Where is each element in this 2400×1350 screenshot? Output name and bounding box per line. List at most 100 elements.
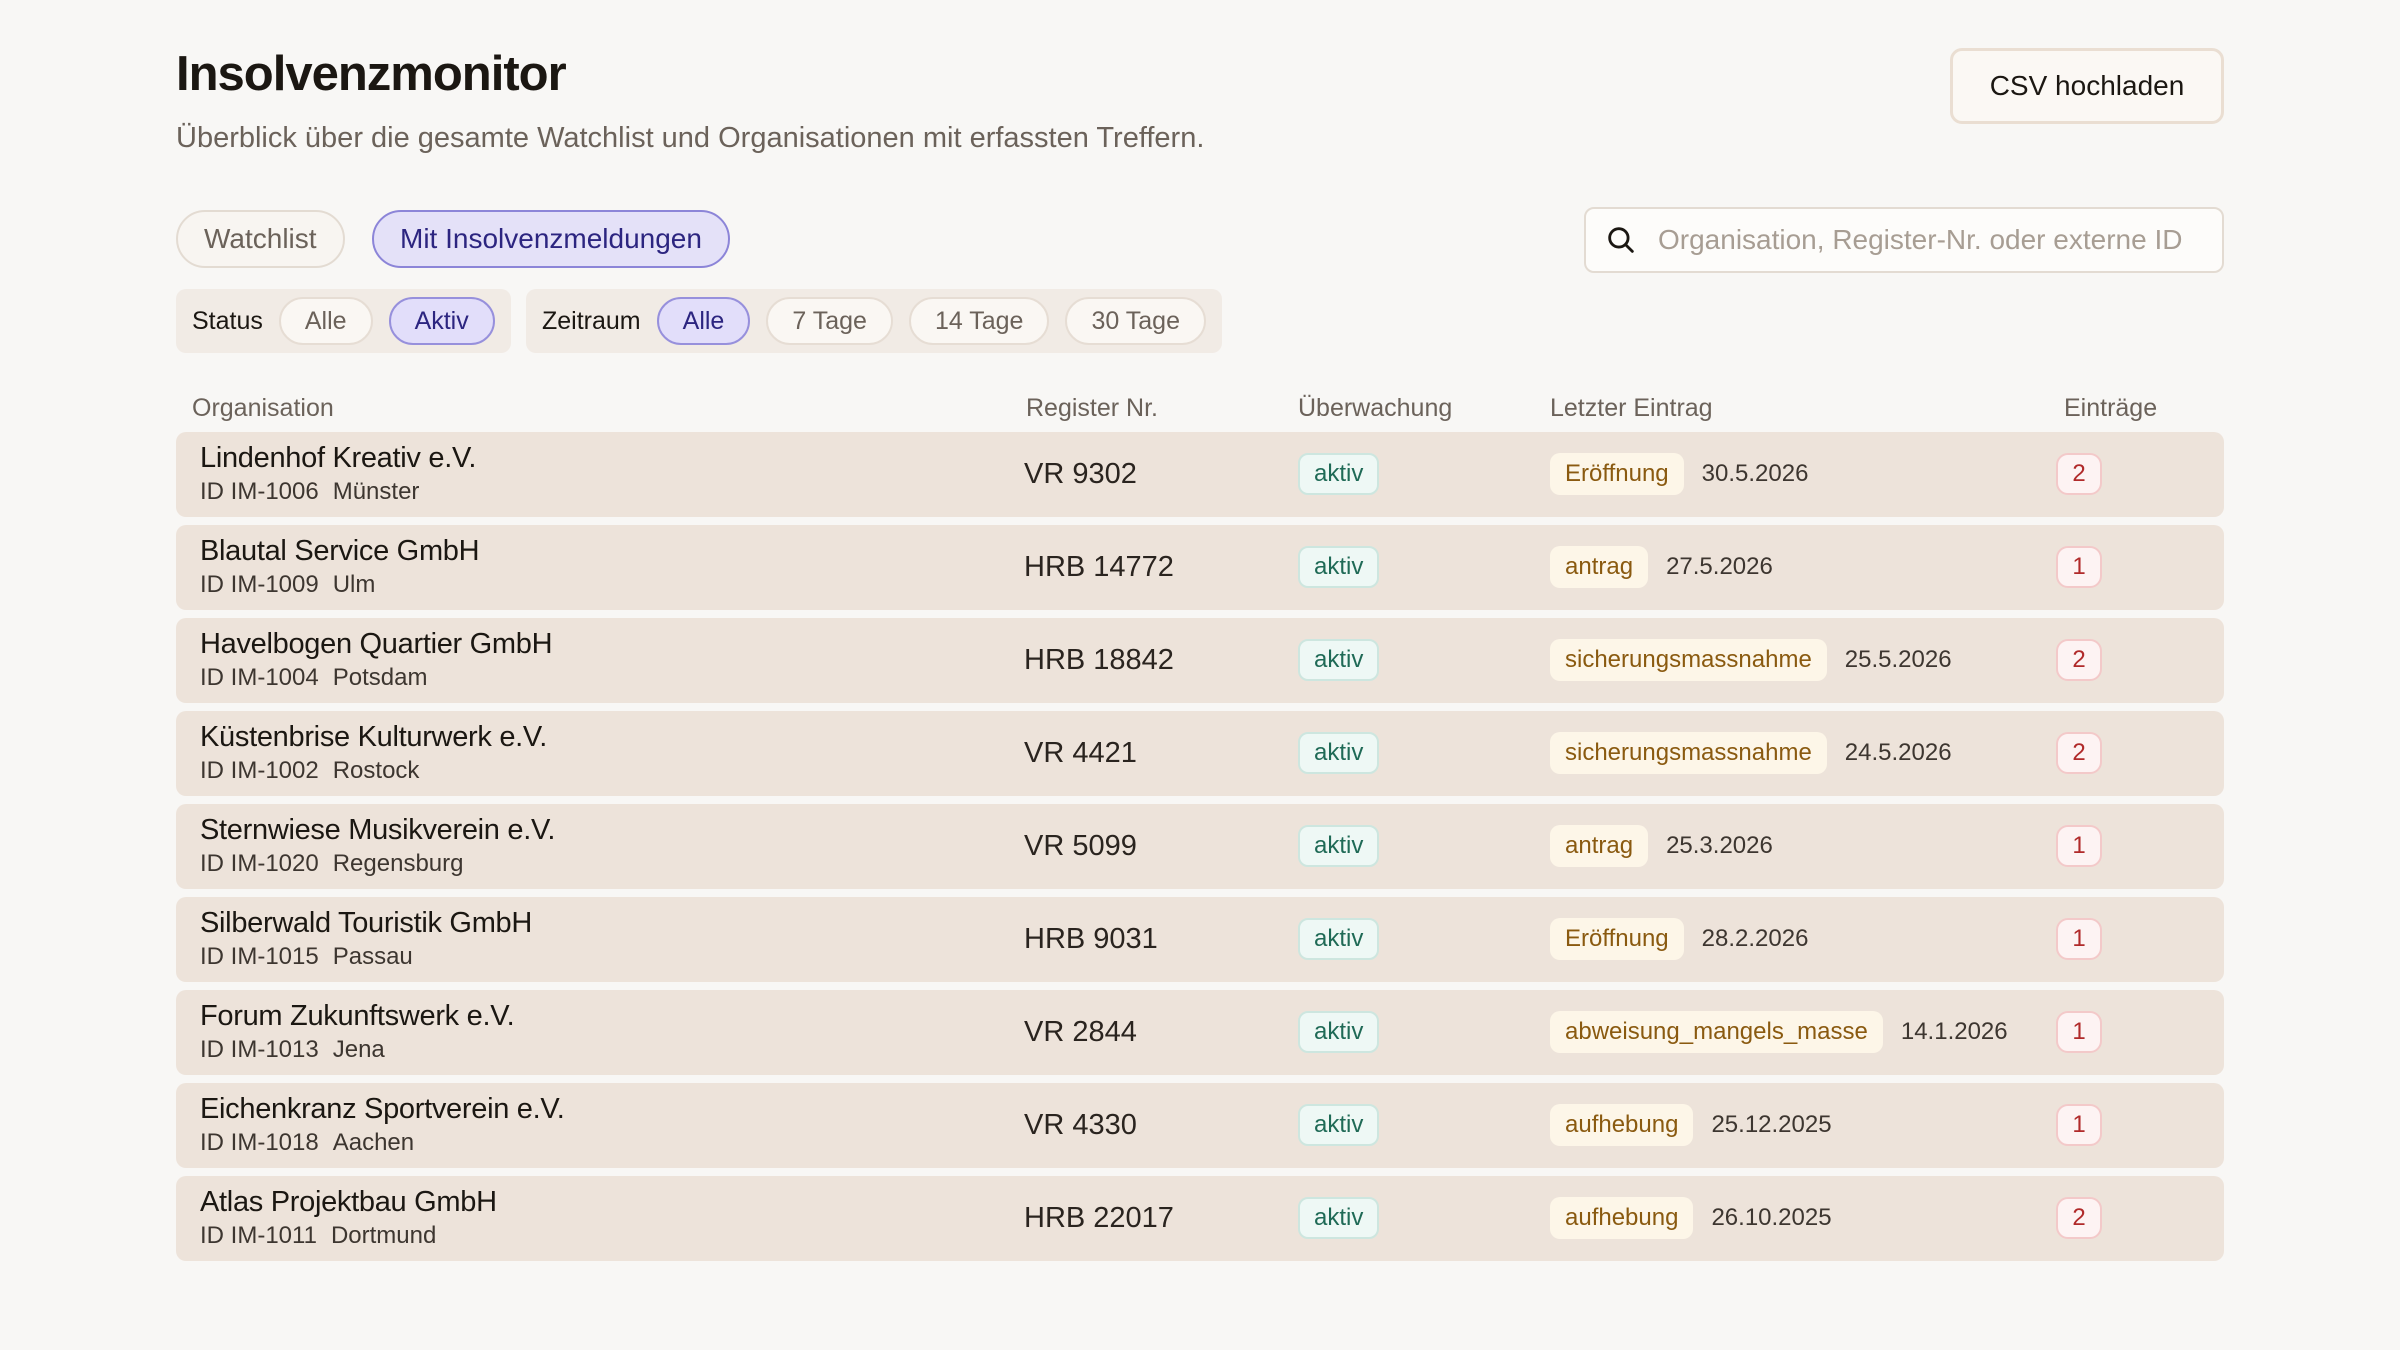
entry-type-tag: antrag [1550, 825, 1649, 867]
search-input[interactable] [1658, 224, 2198, 256]
monitoring-badge: aktiv [1298, 732, 1380, 774]
organisation-name: Sternwiese Musikverein e.V. [200, 814, 556, 846]
tab-insolvency-reports[interactable]: Mit Insolvenzmeldungen [372, 210, 730, 268]
table-row[interactable]: Silberwald Touristik GmbH ID IM-1015 Pass… [176, 897, 2224, 982]
organisation-meta: ID IM-1013 Jena [200, 1036, 385, 1064]
column-header-register[interactable]: Register Nr. [1026, 394, 1158, 423]
status-filter-label: Status [192, 306, 263, 335]
entry-type-tag: sicherungsmassnahme [1550, 732, 1827, 774]
last-entry: sicherungsmassnahme 25.5.2026 [1550, 639, 1952, 681]
status-chip-active[interactable]: Aktiv [388, 297, 495, 345]
organisation-id: ID IM-1002 [200, 757, 319, 784]
organisation-city: Potsdam [332, 664, 428, 691]
organisation-city: Passau [332, 943, 413, 970]
organisation-id: ID IM-1011 [200, 1222, 317, 1249]
period-chip-14-days[interactable]: 14 Tage [908, 297, 1050, 345]
monitoring-badge: aktiv [1298, 825, 1380, 867]
search-icon [1604, 223, 1638, 257]
organisation-city: Regensburg [332, 850, 464, 877]
entry-date: 25.3.2026 [1666, 832, 1773, 859]
entry-date: 27.5.2026 [1666, 553, 1773, 580]
register-number: VR 9302 [1024, 458, 1137, 490]
last-entry: aufhebung 26.10.2025 [1550, 1197, 1832, 1239]
period-filter: Zeitraum Alle 7 Tage 14 Tage 30 Tage [526, 289, 1222, 353]
organisation-meta: ID IM-1006 Münster [200, 478, 419, 506]
organisation-name: Eichenkranz Sportverein e.V. [200, 1093, 565, 1125]
table-row[interactable]: Lindenhof Kreativ e.V. ID IM-1006 Münster… [176, 432, 2224, 517]
organisation-name: Havelbogen Quartier GmbH [200, 628, 553, 660]
page-header: Insolvenzmonitor Überblick über die gesa… [176, 0, 2224, 190]
register-number: VR 5099 [1024, 830, 1137, 862]
monitoring-badge: aktiv [1298, 453, 1380, 495]
table-row[interactable]: Atlas Projektbau GmbH ID IM-1011 Dortmund… [176, 1176, 2224, 1261]
register-number: HRB 22017 [1024, 1202, 1174, 1234]
table-header: Organisation Register Nr. Überwachung Le… [176, 350, 2224, 432]
tab-watchlist[interactable]: Watchlist [176, 210, 345, 268]
insolvency-monitor-page: Insolvenzmonitor Überblick über die gesa… [176, 0, 2224, 1269]
entry-date: 28.2.2026 [1701, 925, 1809, 952]
organisation-name: Lindenhof Kreativ e.V. [200, 442, 477, 474]
entry-type-tag: Eröffnung [1550, 453, 1684, 495]
organisation-meta: ID IM-1004 Potsdam [200, 664, 427, 692]
period-chip-7-days[interactable]: 7 Tage [766, 297, 893, 345]
entry-type-tag: Eröffnung [1550, 918, 1684, 960]
page-subtitle: Überblick über die gesamte Watchlist und… [176, 122, 1205, 154]
entry-date: 14.1.2026 [1900, 1018, 2008, 1045]
status-chip-all[interactable]: Alle [278, 297, 373, 345]
organisation-city: Rostock [332, 757, 420, 784]
monitoring-badge: aktiv [1298, 918, 1380, 960]
table-row[interactable]: Havelbogen Quartier GmbH ID IM-1004 Potsd… [176, 618, 2224, 703]
last-entry: abweisung_mangels_masse 14.1.2026 [1550, 1011, 2008, 1053]
organisation-name: Atlas Projektbau GmbH [200, 1186, 497, 1218]
organisation-meta: ID IM-1015 Passau [200, 943, 413, 971]
monitoring-badge: aktiv [1298, 639, 1380, 681]
table-row[interactable]: Forum Zukunftswerk e.V. ID IM-1013 Jena V… [176, 990, 2224, 1075]
entry-date: 25.5.2026 [1844, 646, 1952, 673]
register-number: VR 4330 [1024, 1109, 1137, 1141]
organisation-city: Münster [332, 478, 420, 505]
status-filter: Status Alle Aktiv [176, 289, 511, 353]
organisation-name: Forum Zukunftswerk e.V. [200, 1000, 515, 1032]
column-header-last-entry[interactable]: Letzter Eintrag [1550, 394, 1713, 423]
column-header-organisation[interactable]: Organisation [192, 394, 334, 423]
entry-count-badge: 2 [2056, 639, 2102, 681]
entry-type-tag: aufhebung [1550, 1104, 1694, 1146]
monitoring-badge: aktiv [1298, 1104, 1380, 1146]
last-entry: Eröffnung 28.2.2026 [1550, 918, 1808, 960]
register-number: HRB 9031 [1024, 923, 1158, 955]
page-title: Insolvenzmonitor [176, 47, 567, 101]
organisation-name: Blautal Service GmbH [200, 535, 480, 567]
entry-count-badge: 1 [2056, 825, 2102, 867]
entry-count-badge: 1 [2056, 1104, 2102, 1146]
organisation-city: Jena [332, 1036, 385, 1063]
entry-type-tag: abweisung_mangels_masse [1550, 1011, 1883, 1053]
register-number: VR 4421 [1024, 737, 1137, 769]
table-row[interactable]: Blautal Service GmbH ID IM-1009 Ulm HRB 1… [176, 525, 2224, 610]
organisation-id: ID IM-1018 [200, 1129, 319, 1156]
table-row[interactable]: Sternwiese Musikverein e.V. ID IM-1020 Re… [176, 804, 2224, 889]
table-row[interactable]: Küstenbrise Kulturwerk e.V. ID IM-1002 Ro… [176, 711, 2224, 796]
organisation-meta: ID IM-1009 Ulm [200, 571, 375, 599]
last-entry: aufhebung 25.12.2025 [1550, 1104, 1832, 1146]
column-header-entries[interactable]: Einträge [2064, 394, 2157, 423]
filter-bar: Status Alle Aktiv Zeitraum Alle 7 Tage 1… [176, 270, 2224, 353]
register-number: HRB 14772 [1024, 551, 1174, 583]
register-number: HRB 18842 [1024, 644, 1174, 676]
organisation-city: Aachen [332, 1129, 415, 1156]
monitoring-badge: aktiv [1298, 546, 1380, 588]
search-box[interactable] [1584, 207, 2224, 273]
entry-count-badge: 1 [2056, 918, 2102, 960]
last-entry: antrag 25.3.2026 [1550, 825, 1773, 867]
period-chip-30-days[interactable]: 30 Tage [1065, 297, 1206, 345]
column-header-monitoring[interactable]: Überwachung [1298, 394, 1452, 423]
organisation-meta: ID IM-1002 Rostock [200, 757, 419, 785]
organisation-name: Küstenbrise Kulturwerk e.V. [200, 721, 548, 753]
entry-count-badge: 2 [2056, 1197, 2102, 1239]
csv-upload-button[interactable]: CSV hochladen [1950, 48, 2224, 124]
organisation-meta: ID IM-1020 Regensburg [200, 850, 463, 878]
table-row[interactable]: Eichenkranz Sportverein e.V. ID IM-1018 A… [176, 1083, 2224, 1168]
organisation-meta: ID IM-1018 Aachen [200, 1129, 414, 1157]
organisation-city: Ulm [332, 571, 376, 598]
organisation-id: ID IM-1020 [200, 850, 319, 877]
period-chip-all[interactable]: Alle [656, 297, 751, 345]
